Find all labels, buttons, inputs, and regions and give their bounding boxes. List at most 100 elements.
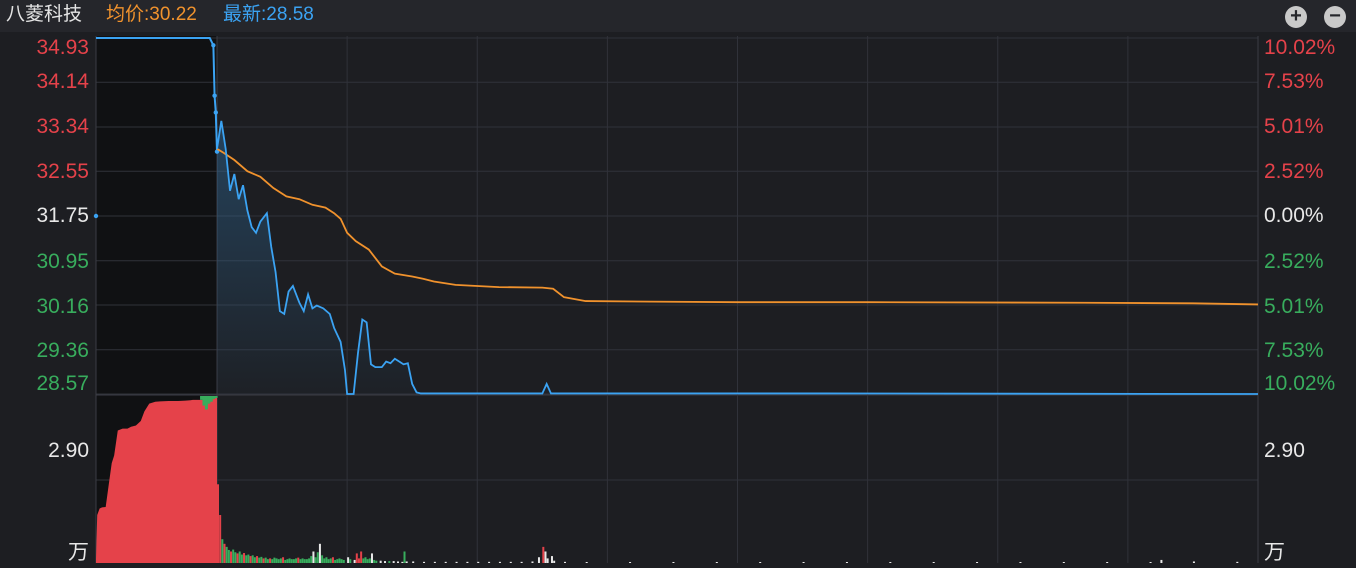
volume-bar [370, 553, 373, 563]
volume-bar [299, 559, 302, 563]
volume-bar [334, 559, 337, 563]
volume-bar [550, 556, 553, 563]
volume-bar [531, 561, 534, 563]
price-tick-label: 30.95 [36, 250, 89, 273]
volume-bar [488, 561, 491, 563]
volume-bar [260, 556, 263, 563]
volume-bar [321, 555, 324, 563]
volume-bar [286, 559, 289, 563]
volume-bar [355, 553, 358, 563]
volume-unit-label: 万 [68, 541, 89, 564]
volume-bar [455, 561, 458, 563]
volume-bar [357, 558, 360, 563]
volume-bar [368, 558, 371, 563]
volume-bar [802, 562, 805, 563]
volume-bar [288, 558, 291, 563]
volume-unit-label: 万 [1264, 541, 1285, 564]
volume-tick-label: 2.90 [48, 439, 89, 462]
volume-bar [1149, 562, 1152, 563]
pct-tick-label: 7.53% [1264, 70, 1324, 93]
pct-tick-label: 10.02% [1264, 372, 1336, 395]
volume-bar [520, 561, 523, 563]
volume-bar [336, 559, 339, 563]
volume-bar [305, 559, 308, 563]
pct-tick-label: 5.01% [1264, 295, 1324, 318]
volume-bar [273, 557, 276, 563]
price-tick-label: 29.36 [36, 339, 89, 362]
volume-bar [388, 561, 391, 563]
volume-bar [243, 553, 246, 563]
pct-tick-label: 2.52% [1264, 160, 1324, 183]
volume-bar [325, 557, 328, 563]
volume-bar [217, 484, 219, 563]
volume-bar [316, 552, 319, 563]
volume-bar [236, 553, 239, 563]
volume-bar [546, 558, 549, 563]
volume-bar [353, 559, 356, 563]
volume-bar [397, 561, 400, 563]
volume-bar [290, 559, 293, 563]
volume-bar [310, 556, 313, 563]
volume-bar [230, 551, 233, 563]
volume-bar [1160, 559, 1163, 563]
prev-close-marker [93, 213, 99, 219]
volume-bar [364, 557, 367, 563]
volume-bar [349, 559, 352, 563]
volume-bar [238, 551, 241, 563]
volume-bar [227, 549, 230, 563]
volume-bar [405, 561, 408, 563]
volume-bar [282, 557, 285, 563]
pct-tick-label: 2.52% [1264, 250, 1324, 273]
volume-bar [271, 559, 274, 563]
volume-bar [327, 559, 330, 563]
volume-bar [509, 561, 512, 563]
volume-bar [466, 561, 469, 563]
volume-bar [553, 560, 556, 563]
volume-bar [297, 557, 300, 563]
price-tick-label: 30.16 [36, 295, 89, 318]
volume-bar [362, 558, 365, 563]
volume-bar [715, 562, 718, 563]
volume-bar [537, 557, 540, 563]
volume-bar [232, 549, 235, 563]
volume-bar [264, 557, 267, 563]
volume-bar [219, 515, 222, 563]
volume-bar [360, 551, 363, 563]
volume-bar [247, 554, 250, 563]
volume-bar [323, 558, 326, 563]
volume-bar [423, 561, 426, 563]
intraday-chart[interactable] [0, 0, 1356, 568]
volume-bar [375, 560, 378, 563]
price-tick-label: 33.34 [36, 115, 89, 138]
volume-bar [401, 561, 404, 563]
pct-tick-label: 0.00% [1264, 204, 1324, 227]
pct-tick-label: 7.53% [1264, 339, 1324, 362]
pre-auction-sell-bar [214, 396, 218, 398]
volume-bar [845, 562, 848, 563]
volume-bar [444, 561, 447, 563]
volume-bar [221, 539, 224, 563]
pct-tick-label: 10.02% [1264, 36, 1336, 59]
volume-bar [366, 559, 369, 563]
volume-bar [308, 558, 311, 563]
price-tick-label: 31.75 [36, 204, 89, 227]
volume-bar [262, 558, 265, 563]
volume-bar [338, 558, 341, 563]
volume-bar [292, 559, 295, 563]
volume-bar [1192, 561, 1195, 563]
volume-bar [318, 543, 321, 563]
price-tick-label: 32.55 [36, 160, 89, 183]
pre-market-price-dot [213, 110, 218, 115]
volume-bar [932, 562, 935, 563]
volume-bar [258, 557, 261, 563]
volume-bar [759, 562, 762, 563]
volume-bar [277, 559, 280, 563]
pre-market-price-dot [211, 43, 216, 48]
volume-tick-label: 2.90 [1264, 439, 1305, 462]
volume-bar [312, 551, 315, 563]
volume-bar [303, 559, 306, 563]
volume-bar [251, 555, 254, 563]
volume-bar [340, 559, 343, 563]
volume-bar [544, 551, 547, 563]
volume-bar [585, 562, 588, 563]
